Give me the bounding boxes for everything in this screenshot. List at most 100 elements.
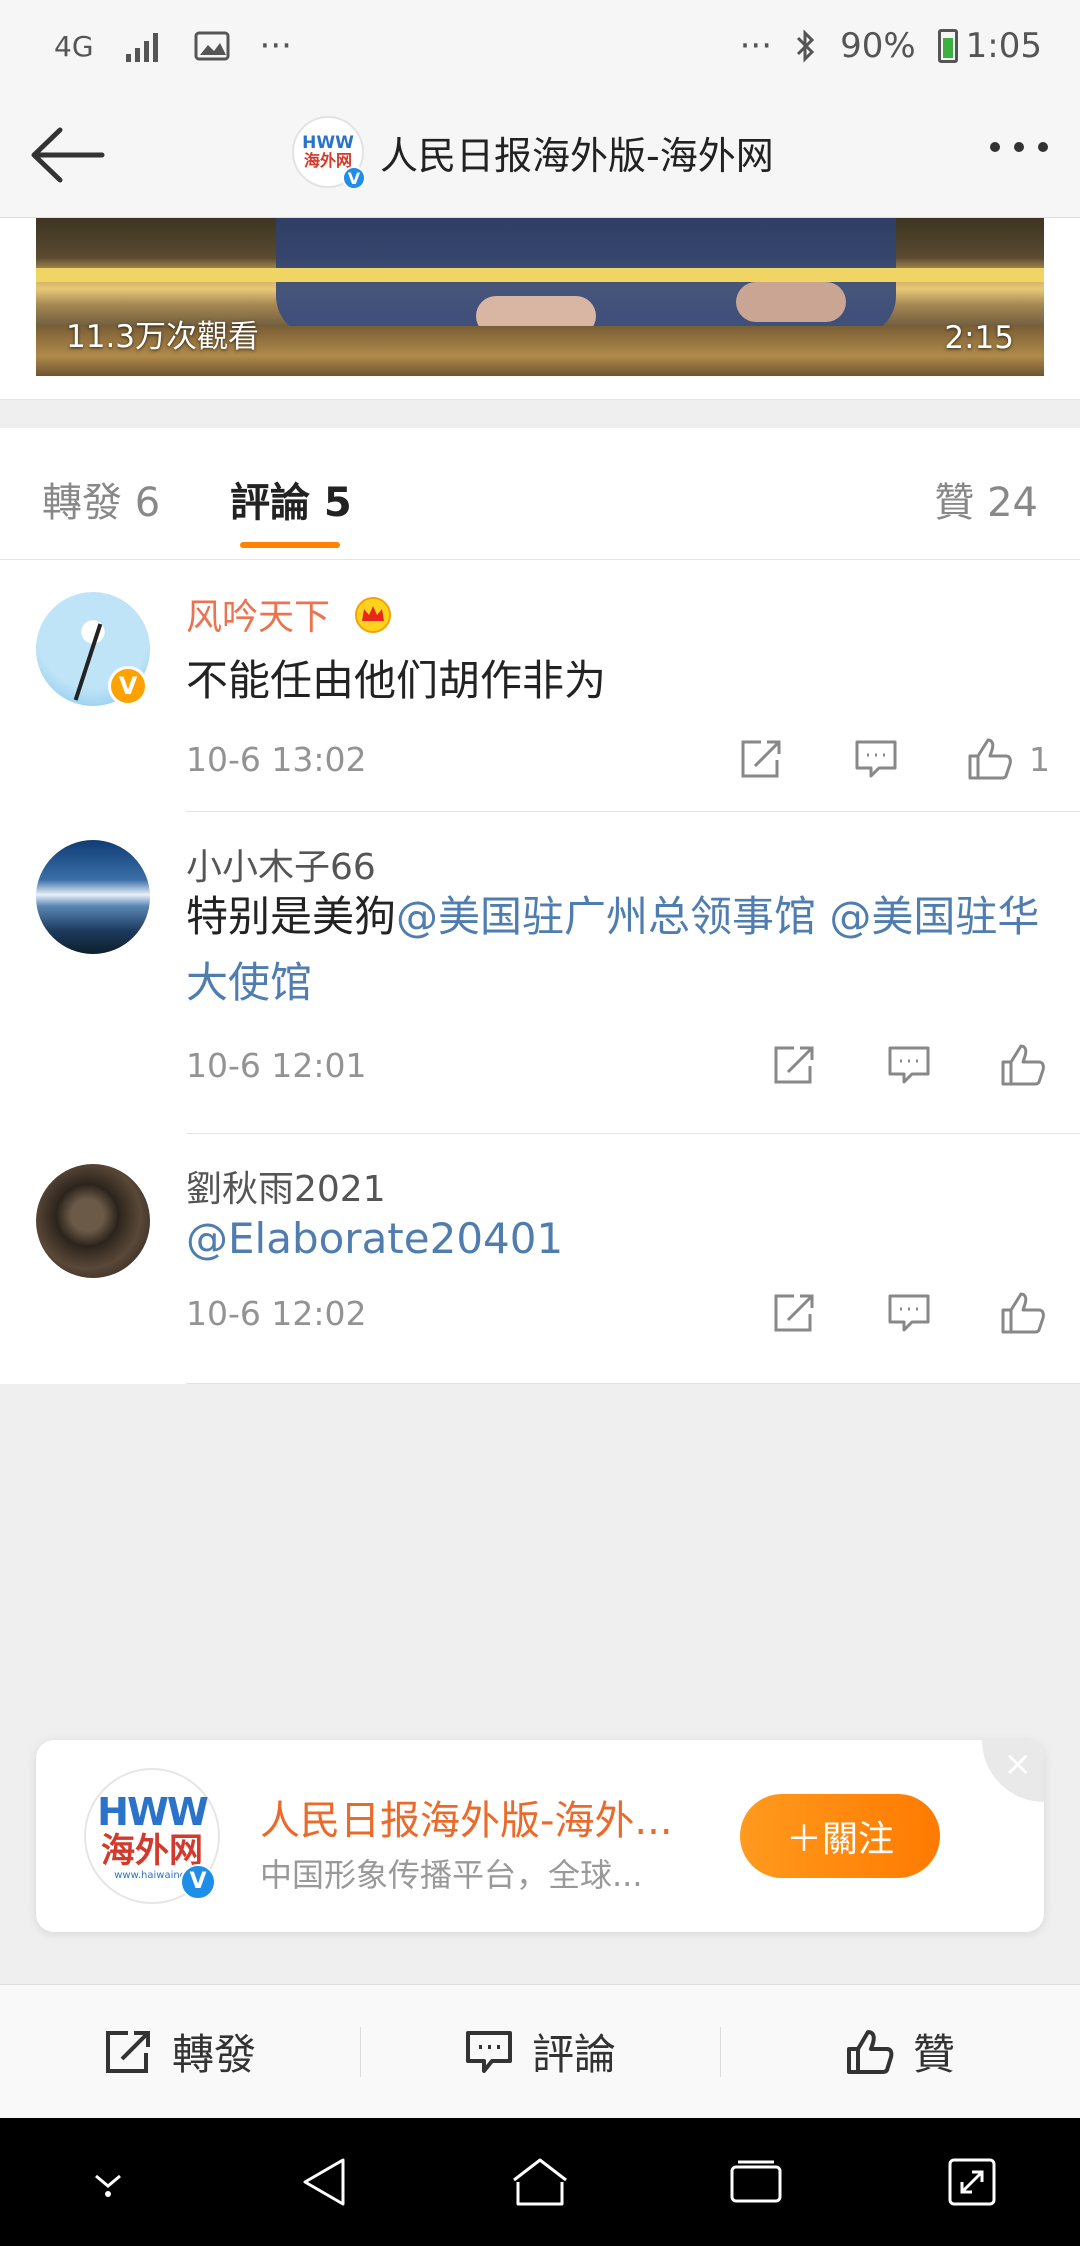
- like-button[interactable]: [963, 736, 1017, 782]
- nav-recents-button[interactable]: [716, 2142, 796, 2222]
- signal-icon: [125, 33, 158, 62]
- comment-time: 10-6 12:02: [186, 1294, 367, 1333]
- thumbs-up-icon: [1001, 1044, 1045, 1086]
- reply-button[interactable]: [849, 736, 903, 782]
- dot-icon: [1014, 142, 1024, 152]
- hide-nav-button[interactable]: [68, 2142, 148, 2222]
- thumbs-up-icon: [968, 738, 1012, 780]
- follow-suggestion-card[interactable]: HWW 海外网 www.haiwainet V 人民日报海外版-海外... 中国…: [36, 1740, 1044, 1932]
- nav-home-button[interactable]: [500, 2142, 580, 2222]
- share-icon: [774, 1046, 814, 1084]
- image-notification-icon: [194, 31, 230, 61]
- comment-actions: [708, 1042, 1050, 1088]
- home-icon: [513, 2158, 567, 2206]
- bluetooth-icon: [797, 29, 815, 63]
- thumbs-up-icon: [1001, 1292, 1045, 1334]
- comment-text: @Elaborate20401: [186, 1206, 1048, 1272]
- view-count: 11.3万次觀看: [66, 319, 260, 355]
- comment-item: 劉秋雨2021 @Elaborate20401 10-6 12:02: [0, 1134, 1080, 1384]
- share-button[interactable]: [735, 736, 789, 782]
- repost-button[interactable]: 轉發: [0, 1985, 360, 2118]
- comment-author[interactable]: 小小木子66: [186, 838, 376, 890]
- back-button[interactable]: [28, 122, 108, 188]
- avatar[interactable]: [36, 1164, 150, 1278]
- share-button[interactable]: [768, 1042, 822, 1088]
- share-button[interactable]: [768, 1290, 822, 1336]
- back-arrow-icon: [31, 127, 105, 183]
- like-button[interactable]: [996, 1290, 1050, 1336]
- video-duration: 2:15: [944, 320, 1014, 356]
- comment-time: 10-6 13:02: [186, 740, 367, 779]
- comment-actions: 1: [675, 736, 1050, 782]
- status-bar: 4G ··· ··· 90% 1:05: [0, 0, 1080, 92]
- comment-list: V 风吟天下 不能任由他们胡作非为 10-6 13:02 1 小小木子66 特别…: [0, 560, 1080, 1384]
- suggested-account-desc: 中国形象传播平台，全球...: [260, 1856, 643, 1894]
- comment-author[interactable]: 风吟天下: [186, 588, 393, 640]
- comment-icon: [855, 740, 897, 778]
- nav-back-button[interactable]: [284, 2142, 364, 2222]
- account-header[interactable]: HWW 海外网 V 人民日报海外版-海外网: [292, 116, 774, 190]
- verified-badge-icon: V: [180, 1864, 216, 1900]
- avatar[interactable]: [36, 840, 150, 954]
- mention-link[interactable]: @Elaborate20401: [186, 1214, 563, 1263]
- recents-icon: [730, 2160, 782, 2203]
- tab-repost[interactable]: 轉發 6: [42, 470, 160, 528]
- page-title: 人民日报海外版-海外网: [380, 133, 774, 178]
- network-label: 4G: [54, 29, 94, 63]
- like-bar-button[interactable]: 贊: [720, 1985, 1080, 2118]
- comment-icon: [888, 1046, 930, 1084]
- mention-link[interactable]: @美国驻广州总领事馆: [396, 892, 816, 941]
- chevron-down-icon: [95, 2174, 121, 2197]
- comment-text: 特别是美狗@美国驻广州总领事馆 @美国驻华大使馆: [186, 892, 1040, 1007]
- system-nav-bar: [0, 2118, 1080, 2246]
- like-count: 1: [1029, 739, 1050, 779]
- comment-button[interactable]: 評論: [360, 1985, 720, 2118]
- verified-badge-icon: V: [108, 666, 148, 706]
- battery-icon: [937, 29, 958, 63]
- more-options-button[interactable]: [990, 142, 1048, 152]
- share-icon: [741, 740, 781, 778]
- video-player[interactable]: 11.3万次觀看 2:15: [36, 218, 1044, 376]
- tab-comments[interactable]: 評論 5: [230, 470, 352, 528]
- comment-author[interactable]: 劉秋雨2021: [186, 1160, 386, 1212]
- interaction-tabs: 轉發 6 評論 5 贊 24: [0, 428, 1080, 560]
- like-label: 贊: [912, 2030, 955, 2079]
- overflow-icon: ···: [739, 26, 773, 66]
- thumbs-up-icon: [846, 2029, 894, 2074]
- battery-percent: 90%: [840, 26, 916, 66]
- verified-badge-icon: V: [342, 166, 366, 190]
- divider: [186, 1383, 1080, 1384]
- more-notifications-icon: ···: [259, 26, 292, 66]
- like-button[interactable]: [996, 1042, 1050, 1088]
- suggested-account-name: 人民日报海外版-海外...: [260, 1798, 673, 1844]
- expand-icon: [948, 2158, 996, 2206]
- reply-button[interactable]: [882, 1042, 936, 1088]
- back-triangle-icon: [303, 2158, 345, 2206]
- crown-icon: [355, 597, 392, 633]
- comment-time: 10-6 12:01: [186, 1046, 367, 1085]
- post-video-card: 11.3万次觀看 2:15: [0, 218, 1080, 400]
- close-card-button[interactable]: ×: [982, 1740, 1044, 1802]
- comment-item: V 风吟天下 不能任由他们胡作非为 10-6 13:02 1: [0, 560, 1080, 812]
- share-icon: [105, 2030, 150, 2073]
- comment-icon: [888, 1294, 930, 1332]
- account-logo: HWW 海外网 www.haiwainet V: [84, 1768, 220, 1904]
- comment-label: 評論: [531, 2030, 616, 2079]
- bottom-action-bar: 轉發 評論 贊: [0, 1984, 1080, 2118]
- comment-icon: [465, 2030, 512, 2073]
- dot-icon: [1038, 142, 1048, 152]
- comment-item: 小小木子66 特别是美狗@美国驻广州总领事馆 @美国驻华大使馆 10-6 12:…: [0, 812, 1080, 1134]
- rotate-screen-button[interactable]: [932, 2142, 1012, 2222]
- top-header: HWW 海外网 V 人民日报海外版-海外网: [0, 92, 1080, 218]
- account-logo: HWW 海外网 V: [292, 116, 366, 190]
- share-icon: [774, 1294, 814, 1332]
- follow-button[interactable]: ＋關注: [740, 1794, 940, 1878]
- clock: 1:05: [965, 26, 1042, 66]
- repost-label: 轉發: [171, 2030, 256, 2079]
- active-tab-indicator: [240, 542, 340, 548]
- reply-button[interactable]: [882, 1290, 936, 1336]
- comment-text: 不能任由他们胡作非为: [186, 656, 607, 705]
- tab-likes[interactable]: 贊 24: [934, 470, 1038, 528]
- comment-actions: [708, 1290, 1050, 1336]
- dot-icon: [990, 142, 1000, 152]
